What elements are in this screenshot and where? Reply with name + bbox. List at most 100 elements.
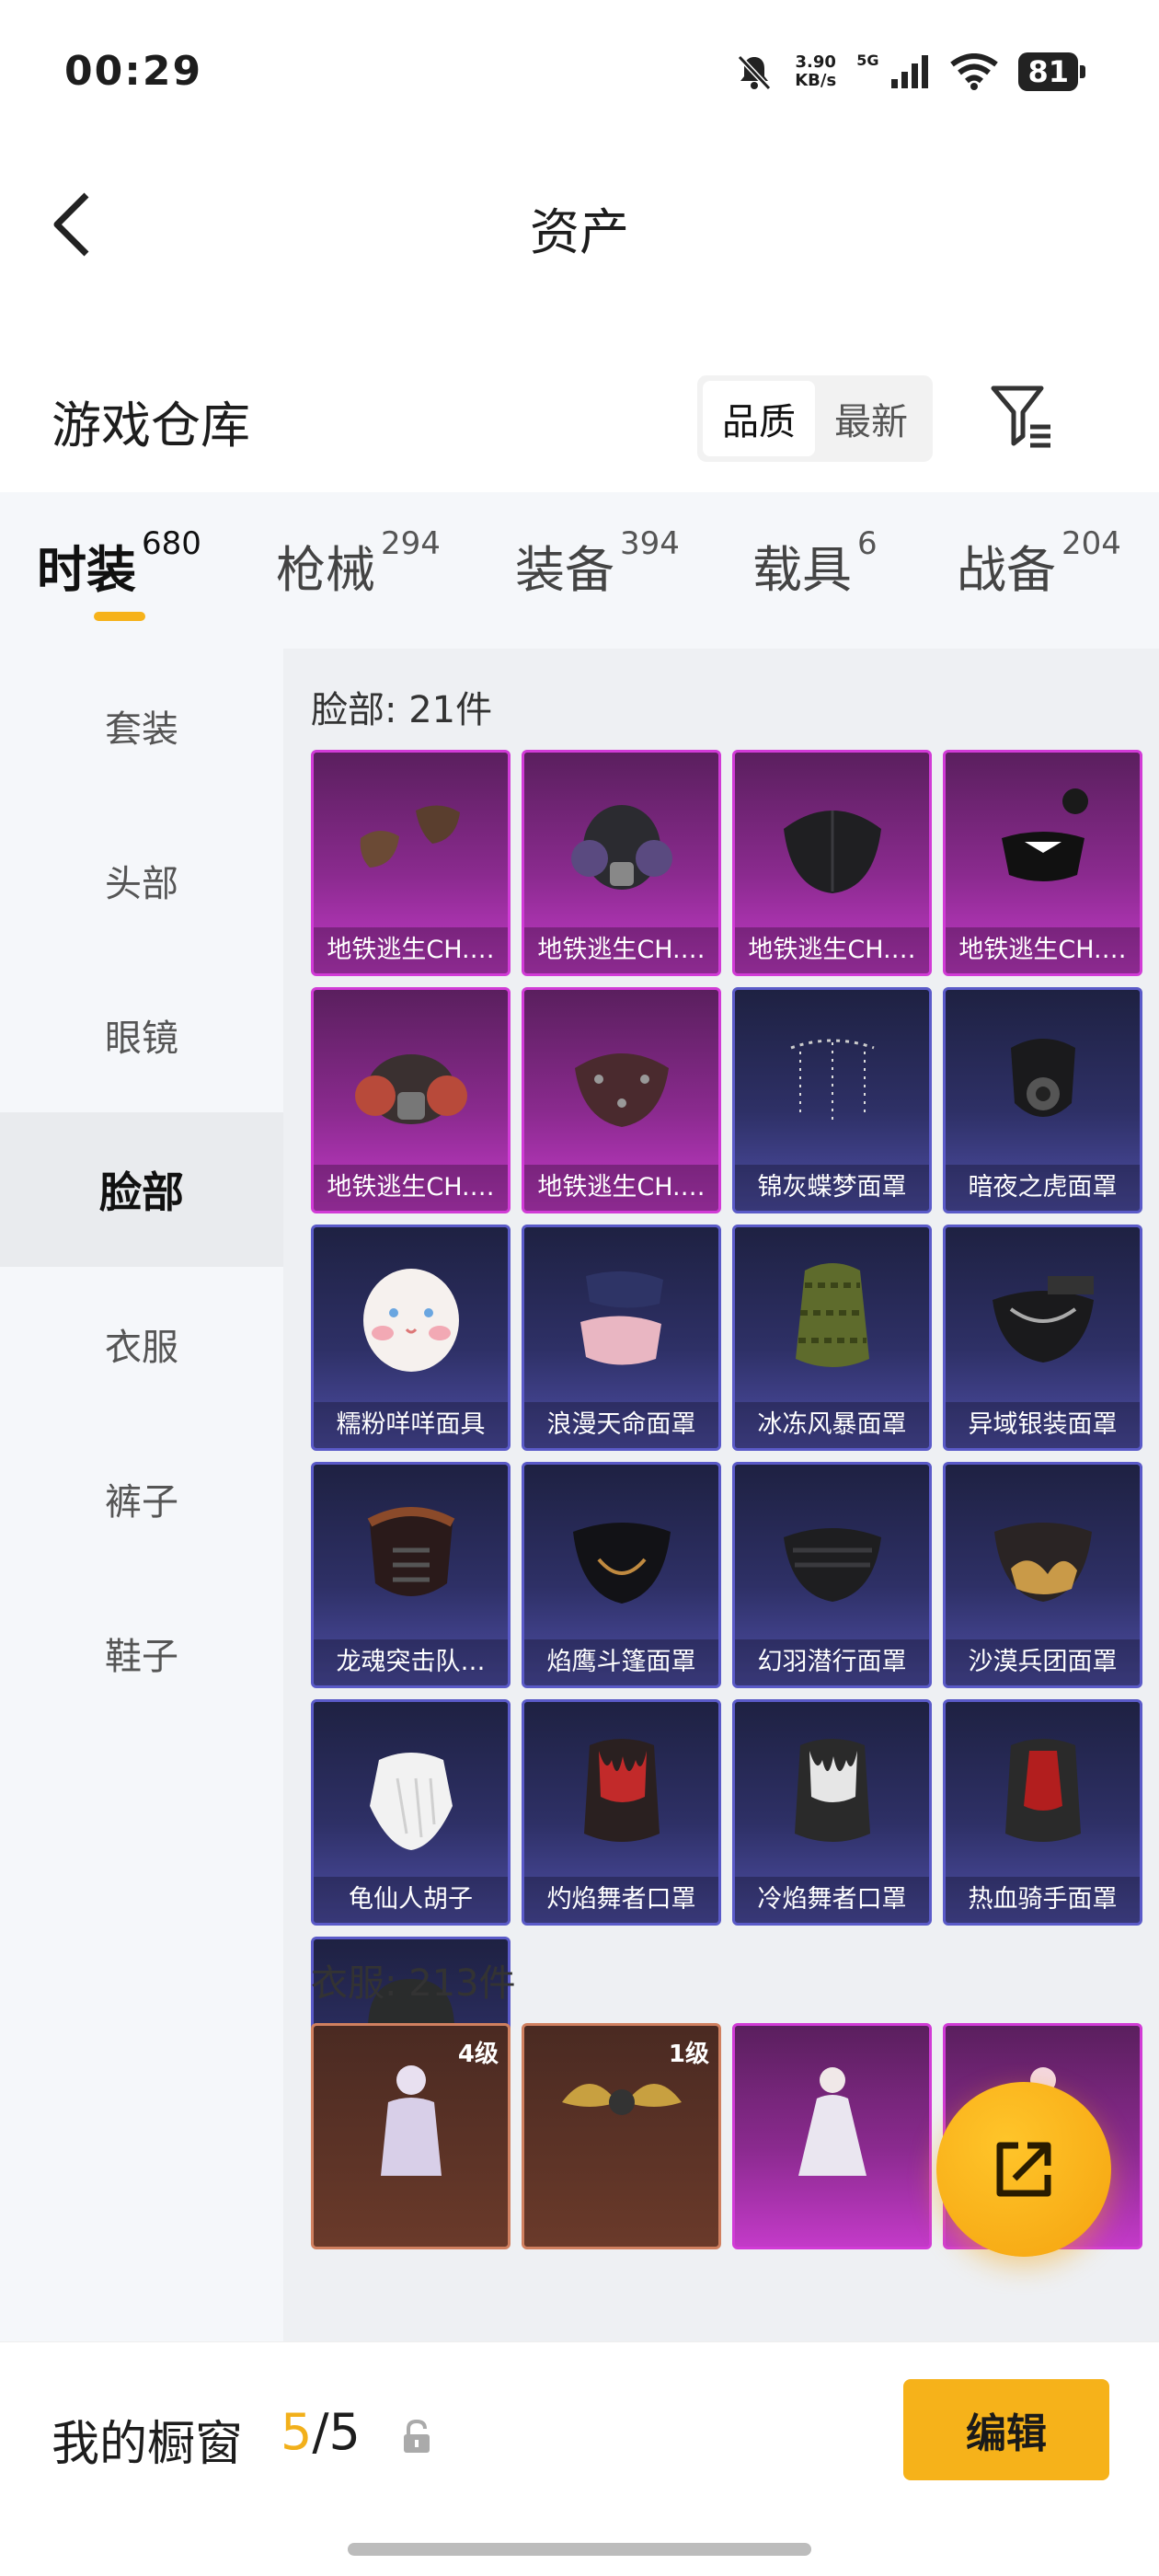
item-card[interactable]: 幻羽潜行面罩 xyxy=(732,1462,932,1688)
item-card[interactable]: 冰冻风暴面罩 xyxy=(732,1225,932,1451)
warehouse-title: 游戏仓库 xyxy=(52,397,250,454)
tab-label: 战备 xyxy=(957,541,1056,599)
item-card[interactable]: 地铁逃生CH.… xyxy=(943,750,1142,976)
lock-icon xyxy=(404,2419,430,2453)
silver-mask-icon xyxy=(946,1227,1140,1408)
home-indicator[interactable] xyxy=(348,2543,811,2556)
sidebar-item-head[interactable]: 头部 xyxy=(0,803,283,958)
tab-count: 394 xyxy=(620,525,680,562)
item-card[interactable]: 地铁逃生CH.… xyxy=(732,750,932,976)
share-icon xyxy=(996,2142,1051,2197)
white-flame-mask-icon xyxy=(735,1702,929,1882)
share-button[interactable] xyxy=(936,2082,1111,2257)
active-tab-indicator xyxy=(94,612,145,621)
tab-equipment[interactable]: 装备 394 xyxy=(515,525,680,602)
item-card[interactable]: 灼焰舞者口罩 xyxy=(522,1699,721,1926)
item-card[interactable]: 锦灰蝶梦面罩 xyxy=(732,987,932,1213)
tab-guns[interactable]: 枪械 294 xyxy=(276,525,441,602)
tab-fashion[interactable]: 时装 680 xyxy=(37,525,201,602)
sort-quality-button[interactable]: 品质 xyxy=(703,381,815,456)
sheep-mask-icon xyxy=(314,1227,508,1408)
tab-supplies[interactable]: 战备 204 xyxy=(957,525,1121,602)
chain-veil-icon xyxy=(735,990,929,1170)
rider-mask-icon xyxy=(946,1702,1140,1882)
dragon-mask-icon xyxy=(314,1465,508,1645)
item-card[interactable]: 1级 xyxy=(522,2023,721,2249)
tab-count: 204 xyxy=(1061,525,1121,562)
signal-icon xyxy=(891,55,929,88)
showcase-current: 5 xyxy=(281,2403,313,2461)
section-title-clothes: 衣服: 213件 xyxy=(311,1962,516,2005)
page-title: 资产 xyxy=(530,203,629,261)
item-name: 锦灰蝶梦面罩 xyxy=(735,1165,929,1211)
item-name: 地铁逃生CH.… xyxy=(524,1165,718,1211)
item-card[interactable]: 地铁逃生CH.… xyxy=(522,750,721,976)
battery-indicator: 81 xyxy=(1018,52,1085,91)
desert-mask-icon xyxy=(946,1465,1140,1645)
item-name: 浪漫天命面罩 xyxy=(524,1402,718,1448)
tab-count: 6 xyxy=(857,525,878,562)
section-title-face: 脸部: 21件 xyxy=(311,689,493,731)
showcase-bar: 我的橱窗 5/5 编辑 xyxy=(0,2341,1159,2576)
item-name: 热血骑手面罩 xyxy=(946,1877,1140,1923)
item-name: 幻羽潜行面罩 xyxy=(735,1639,929,1685)
item-card[interactable]: 4级 xyxy=(311,2023,511,2249)
sidebar-item-glasses[interactable]: 眼镜 xyxy=(0,958,283,1112)
status-time: 00:29 xyxy=(64,48,203,95)
sidebar-item-face[interactable]: 脸部 xyxy=(0,1112,283,1267)
item-name: 龙魂突击队… xyxy=(314,1639,508,1685)
tab-count: 294 xyxy=(381,525,441,562)
item-card[interactable]: 地铁逃生CH.… xyxy=(311,987,511,1213)
showcase-label: 我的橱窗 xyxy=(52,2417,244,2472)
item-card[interactable]: 冷焰舞者口罩 xyxy=(732,1699,932,1926)
dress-outfit-icon xyxy=(735,2026,929,2206)
item-card[interactable]: 焰鹰斗篷面罩 xyxy=(522,1462,721,1688)
stealth-mask-icon xyxy=(735,1465,929,1645)
item-name: 地铁逃生CH.… xyxy=(946,927,1140,973)
sort-toggle: 品质 最新 xyxy=(697,375,933,462)
item-card[interactable]: 地铁逃生CH.… xyxy=(522,987,721,1213)
warehouse-header: 游戏仓库 品质 最新 xyxy=(0,359,1159,478)
item-card[interactable]: 龙魂突击队… xyxy=(311,1462,511,1688)
sort-latest-button[interactable]: 最新 xyxy=(815,381,927,456)
sidebar: 套装 头部 眼镜 脸部 衣服 裤子 鞋子 xyxy=(0,649,283,2341)
sidebar-item-shoes[interactable]: 鞋子 xyxy=(0,1576,283,1731)
edit-button[interactable]: 编辑 xyxy=(903,2379,1109,2480)
item-card[interactable]: 浪漫天命面罩 xyxy=(522,1225,721,1451)
item-card[interactable] xyxy=(732,2023,932,2249)
nav-bar: 资产 xyxy=(0,166,1159,276)
item-name: 暗夜之虎面罩 xyxy=(946,1165,1140,1211)
sidebar-item-clothes[interactable]: 衣服 xyxy=(0,1267,283,1421)
item-name: 灼焰舞者口罩 xyxy=(524,1877,718,1923)
item-card[interactable]: 沙漠兵团面罩 xyxy=(943,1462,1142,1688)
item-name: 沙漠兵团面罩 xyxy=(946,1639,1140,1685)
net-speed-unit: KB/s xyxy=(795,71,837,90)
tab-vehicles[interactable]: 载具 6 xyxy=(752,525,878,602)
hawk-mask-icon xyxy=(524,1465,718,1645)
tab-label: 载具 xyxy=(752,541,852,599)
status-bar: 00:29 3.90 KB/s 5G 81 xyxy=(0,0,1159,147)
item-card[interactable]: 热血骑手面罩 xyxy=(943,1699,1142,1926)
item-name: 龟仙人胡子 xyxy=(314,1877,508,1923)
bandana-mask-icon xyxy=(946,753,1140,933)
item-name: 地铁逃生CH.… xyxy=(735,927,929,973)
respirator-icon xyxy=(314,990,508,1170)
item-card[interactable]: 糯粉咩咩面具 xyxy=(311,1225,511,1451)
spiked-mask-icon xyxy=(524,990,718,1170)
sidebar-item-suits[interactable]: 套装 xyxy=(0,649,283,803)
item-card[interactable]: 龟仙人胡子 xyxy=(311,1699,511,1926)
showcase-count: 5/5 xyxy=(281,2403,361,2461)
item-name: 地铁逃生CH.… xyxy=(314,927,508,973)
filter-icon[interactable] xyxy=(990,383,1054,453)
tiger-mask-icon xyxy=(946,990,1140,1170)
item-name: 冷焰舞者口罩 xyxy=(735,1877,929,1923)
sidebar-item-pants[interactable]: 裤子 xyxy=(0,1421,283,1576)
face-item-grid: 地铁逃生CH.… 地铁逃生CH.… 地铁逃生CH.… 地铁逃生CH.… 地铁逃生CH.…… xyxy=(311,750,1142,2163)
net-speed: 3.90 KB/s xyxy=(795,53,836,90)
pink-mask-icon xyxy=(524,1227,718,1408)
item-name: 焰鹰斗篷面罩 xyxy=(524,1639,718,1685)
item-card[interactable]: 暗夜之虎面罩 xyxy=(943,987,1142,1213)
camo-gaiter-icon xyxy=(735,1227,929,1408)
item-card[interactable]: 异域银装面罩 xyxy=(943,1225,1142,1451)
item-card[interactable]: 地铁逃生CH.… xyxy=(311,750,511,976)
